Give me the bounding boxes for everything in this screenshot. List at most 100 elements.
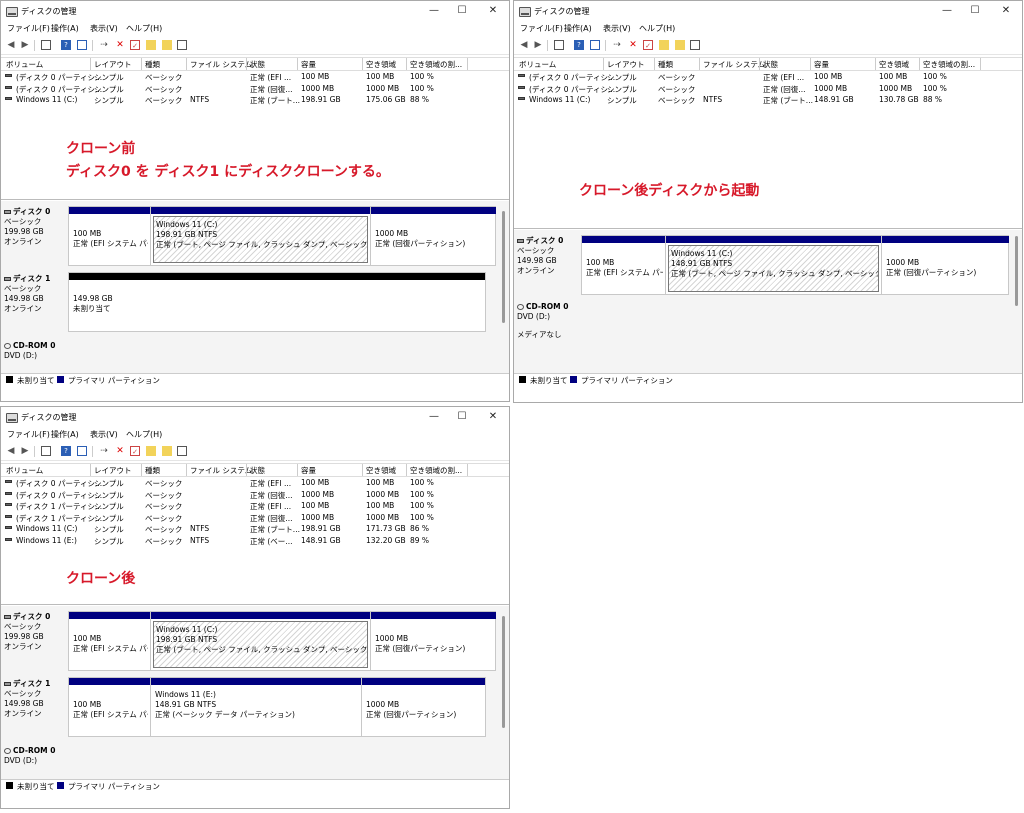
close-button[interactable]: ✕ xyxy=(482,3,504,19)
partition-unallocated[interactable]: 149.98 GB 未割り当て xyxy=(69,273,485,331)
connect-icon[interactable]: ⇢ xyxy=(612,40,622,50)
menu-help[interactable]: ヘルプ(H) xyxy=(639,23,675,34)
delete-icon[interactable]: ✕ xyxy=(115,446,125,456)
menu-help[interactable]: ヘルプ(H) xyxy=(126,429,162,440)
new-volume-icon[interactable] xyxy=(146,40,156,50)
back-arrow-icon[interactable]: ◀ xyxy=(519,40,529,50)
maximize-button[interactable]: ☐ xyxy=(451,3,473,19)
partition-recovery[interactable]: 1000 MB 正常 (回復パーティション) xyxy=(362,678,485,736)
check-icon[interactable]: ✓ xyxy=(643,40,653,50)
vertical-scrollbar[interactable] xyxy=(502,211,505,323)
col-capacity[interactable]: 容量 xyxy=(814,59,829,70)
partition-efi[interactable]: 100 MB 正常 (EFI システム パー xyxy=(69,678,151,736)
volume-row[interactable]: (ディスク 0 パーティシ... シンプル ベーシック 正常 (回復... 1000 M… xyxy=(514,83,1022,94)
partition-efi[interactable]: 100 MB 正常 (EFI システム パー xyxy=(69,207,151,265)
col-free-pct[interactable]: 空き領域の割... xyxy=(410,59,462,70)
menu-view[interactable]: 表示(V) xyxy=(90,23,118,34)
new-volume-icon[interactable] xyxy=(659,40,669,50)
menu-file[interactable]: ファイル(F) xyxy=(7,429,50,440)
menu-action[interactable]: 操作(A) xyxy=(564,23,592,34)
help-icon[interactable]: ? xyxy=(574,40,584,50)
volume-row[interactable]: (ディスク 0 パーティシ... シンプル ベーシック 正常 (EFI ... 100 … xyxy=(1,477,509,488)
close-button[interactable]: ✕ xyxy=(482,409,504,425)
close-button[interactable]: ✕ xyxy=(995,3,1017,19)
col-status[interactable]: 状態 xyxy=(763,59,778,70)
back-arrow-icon[interactable]: ◀ xyxy=(6,446,16,456)
console-icon[interactable] xyxy=(41,40,51,50)
help-icon[interactable]: ? xyxy=(61,40,71,50)
menu-action[interactable]: 操作(A) xyxy=(51,429,79,440)
col-free-pct[interactable]: 空き領域の割... xyxy=(923,59,975,70)
partition-recovery[interactable]: 1000 MB 正常 (回復パーティション) xyxy=(371,207,496,265)
col-free[interactable]: 空き領域 xyxy=(366,59,396,70)
col-volume[interactable]: ボリューム xyxy=(6,59,43,70)
volume-row[interactable]: Windows 11 (E:) シンプル ベーシック NTFS 正常 (ベー... 148… xyxy=(1,535,509,546)
volume-row[interactable]: Windows 11 (C:) シンプル ベーシック NTFS 正常 (ブート... 14… xyxy=(514,94,1022,105)
check-icon[interactable]: ✓ xyxy=(130,40,140,50)
view-icon[interactable] xyxy=(690,40,700,50)
maximize-button[interactable]: ☐ xyxy=(964,3,986,19)
col-capacity[interactable]: 容量 xyxy=(301,59,316,70)
view-icon[interactable] xyxy=(177,446,187,456)
col-layout[interactable]: レイアウト xyxy=(94,59,132,70)
volume-row[interactable]: (ディスク 0 パーティシ... シンプル ベーシック 正常 (EFI ... 100 … xyxy=(514,71,1022,82)
properties-icon[interactable] xyxy=(77,40,87,50)
volume-row[interactable]: (ディスク 0 パーティシ... シンプル ベーシック 正常 (回復... 1000 M… xyxy=(1,83,509,94)
col-status[interactable]: 状態 xyxy=(250,465,265,476)
new-volume-icon[interactable] xyxy=(146,446,156,456)
back-arrow-icon[interactable]: ◀ xyxy=(6,40,16,50)
volume-row[interactable]: (ディスク 0 パーティシ... シンプル ベーシック 正常 (回復... 1000 M… xyxy=(1,489,509,500)
check-icon[interactable]: ✓ xyxy=(130,446,140,456)
col-layout[interactable]: レイアウト xyxy=(94,465,132,476)
col-capacity[interactable]: 容量 xyxy=(301,465,316,476)
search-icon[interactable] xyxy=(162,40,172,50)
col-free[interactable]: 空き領域 xyxy=(879,59,909,70)
col-filesystem[interactable]: ファイル システム xyxy=(190,59,252,70)
menu-view[interactable]: 表示(V) xyxy=(90,429,118,440)
col-volume[interactable]: ボリューム xyxy=(6,465,43,476)
view-icon[interactable] xyxy=(177,40,187,50)
partition-windows-c[interactable]: Windows 11 (C:) 148.91 GB NTFS 正常 (ブート, ペー… xyxy=(666,236,882,294)
search-icon[interactable] xyxy=(675,40,685,50)
partition-windows-c[interactable]: Windows 11 (C:) 198.91 GB NTFS 正常 (ブート, ペー… xyxy=(151,612,371,670)
vertical-scrollbar[interactable] xyxy=(1015,236,1018,306)
col-filesystem[interactable]: ファイル システム xyxy=(703,59,765,70)
search-icon[interactable] xyxy=(162,446,172,456)
volume-row[interactable]: (ディスク 1 パーティシ... シンプル ベーシック 正常 (回復... 1000 M… xyxy=(1,512,509,523)
help-icon[interactable]: ? xyxy=(61,446,71,456)
partition-recovery[interactable]: 1000 MB 正常 (回復パーティション) xyxy=(882,236,1009,294)
menu-file[interactable]: ファイル(F) xyxy=(520,23,563,34)
partition-recovery[interactable]: 1000 MB 正常 (回復パーティション) xyxy=(371,612,496,670)
menu-view[interactable]: 表示(V) xyxy=(603,23,631,34)
menu-help[interactable]: ヘルプ(H) xyxy=(126,23,162,34)
volume-row[interactable]: Windows 11 (C:) シンプル ベーシック NTFS 正常 (ブート... 19… xyxy=(1,523,509,534)
menu-file[interactable]: ファイル(F) xyxy=(7,23,50,34)
volume-row[interactable]: Windows 11 (C:) シンプル ベーシック NTFS 正常 (ブート... 19… xyxy=(1,94,509,105)
forward-arrow-icon[interactable]: ▶ xyxy=(20,446,30,456)
col-type[interactable]: 種類 xyxy=(145,59,160,70)
menu-action[interactable]: 操作(A) xyxy=(51,23,79,34)
col-free-pct[interactable]: 空き領域の割... xyxy=(410,465,462,476)
console-icon[interactable] xyxy=(554,40,564,50)
col-type[interactable]: 種類 xyxy=(658,59,673,70)
col-free[interactable]: 空き領域 xyxy=(366,465,396,476)
connect-icon[interactable]: ⇢ xyxy=(99,40,109,50)
col-status[interactable]: 状態 xyxy=(250,59,265,70)
partition-windows-e[interactable]: Windows 11 (E:) 148.91 GB NTFS 正常 (ベーシック デ… xyxy=(151,678,362,736)
col-filesystem[interactable]: ファイル システム xyxy=(190,465,252,476)
minimize-button[interactable]: — xyxy=(423,409,445,425)
delete-icon[interactable]: ✕ xyxy=(115,40,125,50)
minimize-button[interactable]: — xyxy=(936,3,958,19)
properties-icon[interactable] xyxy=(77,446,87,456)
connect-icon[interactable]: ⇢ xyxy=(99,446,109,456)
col-type[interactable]: 種類 xyxy=(145,465,160,476)
vertical-scrollbar[interactable] xyxy=(502,616,505,728)
properties-icon[interactable] xyxy=(590,40,600,50)
delete-icon[interactable]: ✕ xyxy=(628,40,638,50)
maximize-button[interactable]: ☐ xyxy=(451,409,473,425)
partition-efi[interactable]: 100 MB 正常 (EFI システム パー xyxy=(582,236,666,294)
col-layout[interactable]: レイアウト xyxy=(607,59,645,70)
minimize-button[interactable]: — xyxy=(423,3,445,19)
forward-arrow-icon[interactable]: ▶ xyxy=(20,40,30,50)
console-icon[interactable] xyxy=(41,446,51,456)
